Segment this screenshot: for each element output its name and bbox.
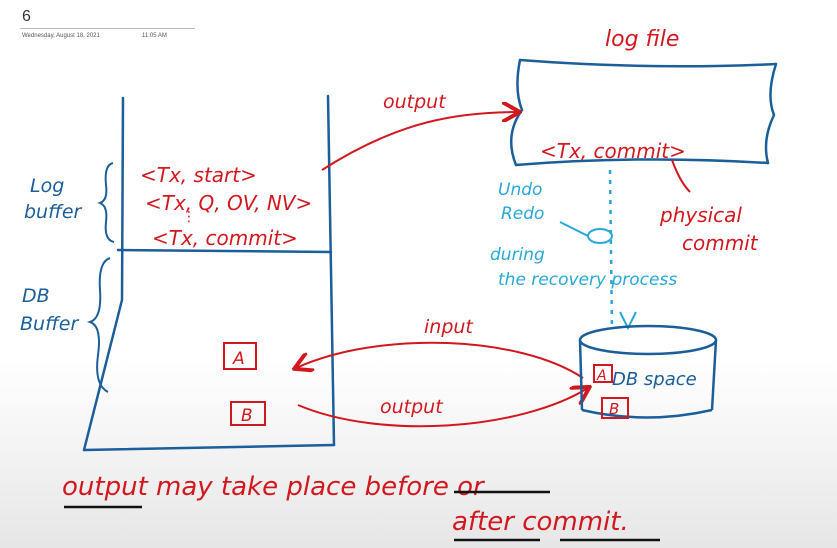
- db-buffer-brace: [86, 257, 111, 393]
- footer-line-1: output may take place before or: [62, 472, 486, 502]
- memory-bottom: [82, 443, 336, 452]
- whiteboard-canvas: Log buffer DB Buffer <Tx, start> <Tx, Q,…: [20, 27, 778, 542]
- disk-block-a-label: A: [596, 368, 607, 384]
- recovery-text-1: during: [490, 245, 545, 265]
- log-buffer-brace: [97, 162, 115, 243]
- recovery-text-2: the recovery process: [498, 270, 677, 290]
- physical-label: physical: [659, 203, 742, 227]
- physical-commit-connector: [671, 159, 691, 193]
- output-arrow-bottom: [297, 388, 588, 428]
- db-buffer-label-2: Buffer: [20, 313, 79, 335]
- output-bottom-label: output: [380, 396, 444, 418]
- recovery-circle: [587, 228, 613, 244]
- buffer-block-b-label: B: [241, 406, 253, 426]
- ellipsis: ⋮: [182, 209, 196, 225]
- log-entry-commit: <Tx, commit>: [152, 226, 298, 250]
- redo-connector: [559, 221, 589, 237]
- dotted-vertical: [608, 169, 614, 331]
- output-arrow-top: [321, 112, 518, 171]
- undo-label: Undo: [498, 180, 542, 200]
- input-label: input: [424, 316, 474, 338]
- output-top-label: output: [383, 91, 447, 113]
- memory-left-wall: [82, 96, 125, 452]
- log-file-title: log file: [605, 27, 679, 52]
- log-file-entry: <Tx, commit>: [540, 139, 686, 163]
- buffer-block-a-label: A: [232, 349, 245, 369]
- input-arrow: [296, 341, 584, 379]
- log-entry-update: <Tx, Q, OV, NV>: [145, 191, 312, 215]
- memory-divider: [116, 248, 333, 254]
- db-buffer-label-1: DB: [22, 285, 50, 307]
- log-buffer-label-2: buffer: [24, 201, 83, 223]
- redo-label: Redo: [501, 204, 544, 224]
- log-buffer-label-1: Log: [30, 175, 64, 197]
- commit-label: commit: [682, 231, 759, 255]
- memory-right-wall: [326, 94, 336, 447]
- log-entry-start: <Tx, start>: [140, 163, 257, 187]
- db-space-label: DB space: [612, 369, 697, 390]
- disk-block-b-label: B: [609, 400, 619, 418]
- memory-box: [82, 94, 336, 452]
- footer-line-2: after commit.: [452, 507, 629, 537]
